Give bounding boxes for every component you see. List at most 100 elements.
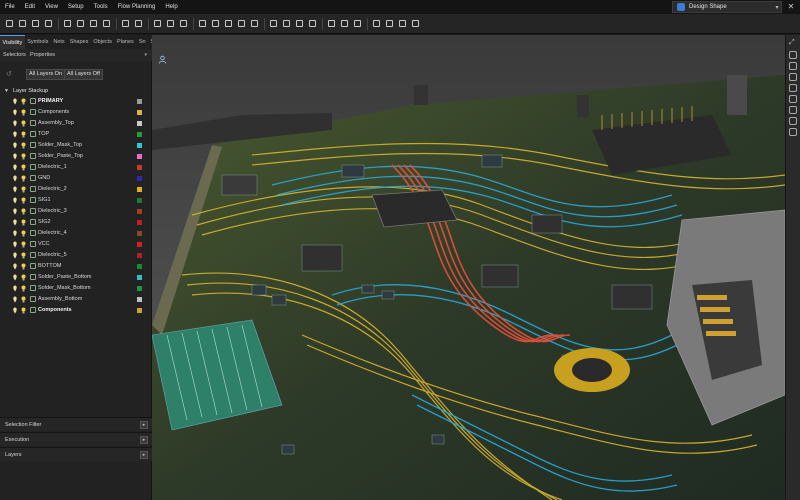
layer-row[interactable]: SIG2 [0,217,152,228]
visibility-icon[interactable] [12,263,18,270]
layer-color-swatch[interactable] [137,209,142,214]
view-iso-icon[interactable] [789,117,797,125]
tab-symbols[interactable]: Symbols [25,35,51,49]
report-icon[interactable] [410,18,421,29]
drc-icon[interactable] [397,18,408,29]
view-front-icon[interactable] [789,95,797,103]
dehighlight-icon[interactable] [339,18,350,29]
layer-color-swatch[interactable] [137,143,142,148]
layer-color-swatch[interactable] [137,165,142,170]
lightbulb-icon[interactable] [21,164,26,171]
lightbulb-icon[interactable] [21,197,26,204]
layer-row[interactable]: VCC [0,239,152,250]
layer-row[interactable]: Dielectric_5 [0,250,152,261]
settings-icon[interactable] [789,128,797,136]
layer-color-swatch[interactable] [137,308,142,313]
via-icon[interactable] [152,18,163,29]
cut-icon[interactable] [62,18,73,29]
layer-color-swatch[interactable] [137,99,142,104]
layer-color-swatch[interactable] [137,110,142,115]
visibility-icon[interactable] [12,252,18,259]
chevron-down-icon[interactable]: ▾ [144,49,147,61]
layer-stackup-header[interactable]: ▼ Layer Stackup [4,86,48,95]
layer-color-swatch[interactable] [137,154,142,159]
all-layers-on-button[interactable]: All Layers On [26,69,66,80]
menu-view[interactable]: View [40,0,63,14]
layer-color-swatch[interactable] [137,264,142,269]
close-icon[interactable]: ✕ [785,1,797,13]
menu-edit[interactable]: Edit [20,0,40,14]
lightbulb-icon[interactable] [21,252,26,259]
view-left-icon[interactable] [789,73,797,81]
visibility-icon[interactable] [12,197,18,204]
menu-tools[interactable]: Tools [89,0,113,14]
lightbulb-icon[interactable] [21,208,26,215]
layers-section[interactable]: Layers ▸ [0,447,152,461]
visibility-icon[interactable] [12,241,18,248]
3d-board-viewport[interactable] [152,35,785,500]
measure-icon[interactable] [281,18,292,29]
layer-row[interactable]: TOP [0,129,152,140]
lightbulb-icon[interactable] [21,263,26,270]
lightbulb-icon[interactable] [21,120,26,127]
layer-row[interactable]: Dielectric_4 [0,228,152,239]
tab-shapes[interactable]: Shapes [67,35,91,49]
reset-icon[interactable]: ↺ [6,71,13,78]
shape-icon[interactable] [384,18,395,29]
new-file-icon[interactable] [4,18,15,29]
layer-row[interactable]: Components [0,305,152,316]
menu-help[interactable]: Help [160,0,182,14]
lightbulb-icon[interactable] [21,131,26,138]
lightbulb-icon[interactable] [21,307,26,314]
fullscreen-icon[interactable]: ⤢ [789,39,797,47]
visibility-icon[interactable] [12,230,18,237]
print-icon[interactable] [43,18,54,29]
lightbulb-icon[interactable] [21,153,26,160]
menu-flow-planning[interactable]: Flow Planning [113,0,161,14]
visibility-icon[interactable] [12,307,18,314]
subtab-selectors[interactable]: Selectors [3,52,26,58]
layer-row[interactable]: Dielectric_3 [0,206,152,217]
layer-row[interactable]: Dielectric_1 [0,162,152,173]
layer-row[interactable]: Components [0,107,152,118]
layer-color-swatch[interactable] [137,121,142,126]
layer-color-swatch[interactable] [137,187,142,192]
visibility-icon[interactable] [12,131,18,138]
layer-row[interactable]: BOTTOM [0,261,152,272]
layer-row[interactable]: SIG1 [0,195,152,206]
refresh-icon[interactable] [249,18,260,29]
view-right-icon[interactable] [789,84,797,92]
layer-row[interactable]: Dielectric_2 [0,184,152,195]
lightbulb-icon[interactable] [21,241,26,248]
lightbulb-icon[interactable] [21,274,26,281]
user-icon[interactable] [158,55,167,64]
layer-color-swatch[interactable] [137,242,142,247]
lightbulb-icon[interactable] [21,109,26,116]
visibility-icon[interactable] [12,98,18,105]
visibility-icon[interactable] [12,109,18,116]
layer-color-swatch[interactable] [137,286,142,291]
undo-icon[interactable] [101,18,112,29]
menu-setup[interactable]: Setup [63,0,89,14]
view-back-icon[interactable] [789,106,797,114]
3d-view-icon[interactable] [294,18,305,29]
visibility-icon[interactable] [12,120,18,127]
zoom-out-icon[interactable] [223,18,234,29]
layers-icon[interactable] [307,18,318,29]
lightbulb-icon[interactable] [21,186,26,193]
lightbulb-icon[interactable] [21,285,26,292]
lightbulb-icon[interactable] [21,219,26,226]
redo-icon[interactable] [120,18,131,29]
visibility-icon[interactable] [12,175,18,182]
add-connect-icon[interactable] [165,18,176,29]
expand-icon[interactable]: ▸ [140,451,148,459]
lightbulb-icon[interactable] [21,142,26,149]
layer-color-swatch[interactable] [137,231,142,236]
zoom-fit-icon[interactable] [197,18,208,29]
lightbulb-icon[interactable] [21,230,26,237]
zoom-previous-icon[interactable] [236,18,247,29]
mode-selector[interactable]: Design Shape ▾ [672,1,782,13]
layer-row[interactable]: Solder_Mask_Bottom [0,283,152,294]
layer-row[interactable]: GND [0,173,152,184]
layer-color-swatch[interactable] [137,253,142,258]
